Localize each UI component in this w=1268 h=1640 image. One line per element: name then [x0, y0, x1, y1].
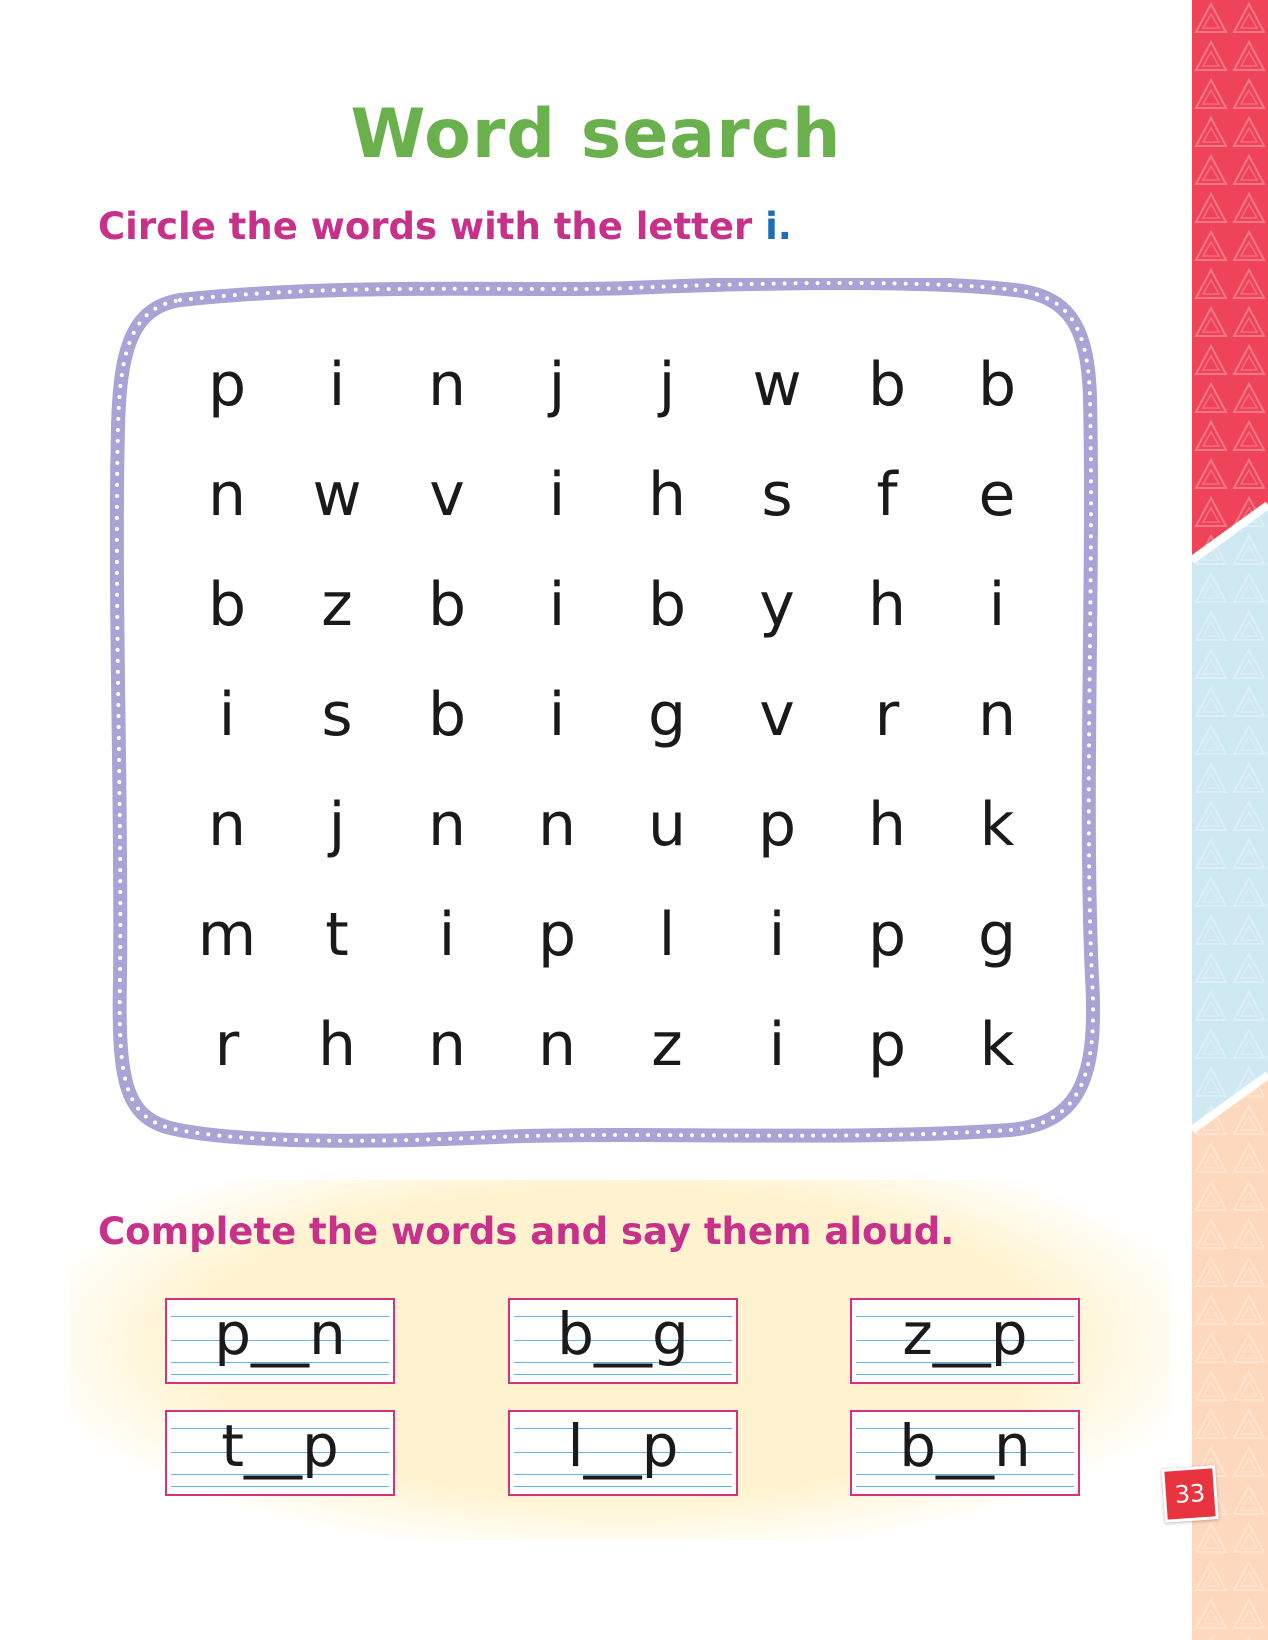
grid-letter[interactable]: h	[282, 1015, 392, 1075]
grid-letter[interactable]: e	[942, 465, 1052, 525]
grid-row: mtiplipg	[172, 880, 1052, 990]
grid-letter[interactable]: p	[722, 795, 832, 855]
grid-letter[interactable]: i	[502, 465, 612, 525]
grid-letter[interactable]: b	[392, 685, 502, 745]
grid-row: rhnnzipk	[172, 990, 1052, 1100]
word-box[interactable]: b__g	[508, 1298, 738, 1384]
word-box[interactable]: z__p	[850, 1298, 1080, 1384]
word-text: t__p	[221, 1412, 339, 1480]
grid-letter[interactable]: i	[502, 685, 612, 745]
letter-grid: pinjjwbbnwvihsfebzbibyhiisbigvrnnjnnuphk…	[172, 330, 1052, 1100]
grid-letter[interactable]: s	[722, 465, 832, 525]
page-number: 33	[1161, 1465, 1219, 1523]
instruction-circle-words: Circle the words with the letter i.	[98, 205, 792, 248]
grid-letter[interactable]: i	[392, 905, 502, 965]
grid-letter[interactable]: j	[502, 355, 612, 415]
word-text: l__p	[567, 1412, 679, 1480]
highlighted-letter: i	[765, 205, 778, 248]
grid-letter[interactable]: k	[942, 1015, 1052, 1075]
grid-letter[interactable]: f	[832, 465, 942, 525]
word-box[interactable]: p__n	[165, 1298, 395, 1384]
grid-letter[interactable]: h	[832, 575, 942, 635]
grid-letter[interactable]: b	[832, 355, 942, 415]
word-text: p__n	[214, 1300, 346, 1368]
grid-letter[interactable]: n	[502, 795, 612, 855]
grid-letter[interactable]: b	[172, 575, 282, 635]
grid-letter[interactable]: p	[832, 905, 942, 965]
grid-letter[interactable]: i	[502, 575, 612, 635]
word-text: b__g	[557, 1300, 689, 1368]
grid-letter[interactable]: p	[832, 1015, 942, 1075]
word-box[interactable]: l__p	[508, 1410, 738, 1496]
grid-letter[interactable]: j	[282, 795, 392, 855]
grid-letter[interactable]: g	[942, 905, 1052, 965]
grid-letter[interactable]: p	[172, 355, 282, 415]
decorative-side-strip	[1192, 0, 1268, 1640]
grid-letter[interactable]: n	[392, 1015, 502, 1075]
grid-letter[interactable]: i	[282, 355, 392, 415]
grid-letter[interactable]: b	[942, 355, 1052, 415]
grid-letter[interactable]: h	[612, 465, 722, 525]
word-text: b__n	[899, 1412, 1031, 1480]
instruction-complete-words: Complete the words and say them aloud.	[98, 1210, 955, 1253]
grid-letter[interactable]: g	[612, 685, 722, 745]
grid-letter[interactable]: y	[722, 575, 832, 635]
grid-letter[interactable]: m	[172, 905, 282, 965]
grid-letter[interactable]: n	[172, 465, 282, 525]
word-text: z__p	[902, 1300, 1028, 1368]
grid-letter[interactable]: z	[282, 575, 392, 635]
grid-letter[interactable]: w	[282, 465, 392, 525]
grid-letter[interactable]: v	[722, 685, 832, 745]
page-title: Word search	[350, 95, 842, 174]
grid-letter[interactable]: j	[612, 355, 722, 415]
grid-row: nwvihsfe	[172, 440, 1052, 550]
grid-letter[interactable]: b	[392, 575, 502, 635]
grid-letter[interactable]: z	[612, 1015, 722, 1075]
grid-letter[interactable]: l	[612, 905, 722, 965]
grid-letter[interactable]: v	[392, 465, 502, 525]
grid-letter[interactable]: i	[942, 575, 1052, 635]
grid-letter[interactable]: b	[612, 575, 722, 635]
grid-letter[interactable]: n	[942, 685, 1052, 745]
grid-letter[interactable]: w	[722, 355, 832, 415]
grid-letter[interactable]: n	[392, 355, 502, 415]
grid-letter[interactable]: t	[282, 905, 392, 965]
grid-letter[interactable]: s	[282, 685, 392, 745]
grid-letter[interactable]: r	[832, 685, 942, 745]
word-box[interactable]: t__p	[165, 1410, 395, 1496]
grid-row: pinjjwbb	[172, 330, 1052, 440]
grid-letter[interactable]: p	[502, 905, 612, 965]
grid-row: njnnuphk	[172, 770, 1052, 880]
grid-row: isbigvrn	[172, 660, 1052, 770]
grid-letter[interactable]: k	[942, 795, 1052, 855]
grid-row: bzbibyhi	[172, 550, 1052, 660]
grid-letter[interactable]: i	[722, 905, 832, 965]
grid-letter[interactable]: n	[172, 795, 282, 855]
grid-letter[interactable]: r	[172, 1015, 282, 1075]
grid-letter[interactable]: i	[172, 685, 282, 745]
word-box[interactable]: b__n	[850, 1410, 1080, 1496]
grid-letter[interactable]: i	[722, 1015, 832, 1075]
grid-letter[interactable]: n	[502, 1015, 612, 1075]
grid-letter[interactable]: h	[832, 795, 942, 855]
grid-letter[interactable]: n	[392, 795, 502, 855]
grid-letter[interactable]: u	[612, 795, 722, 855]
